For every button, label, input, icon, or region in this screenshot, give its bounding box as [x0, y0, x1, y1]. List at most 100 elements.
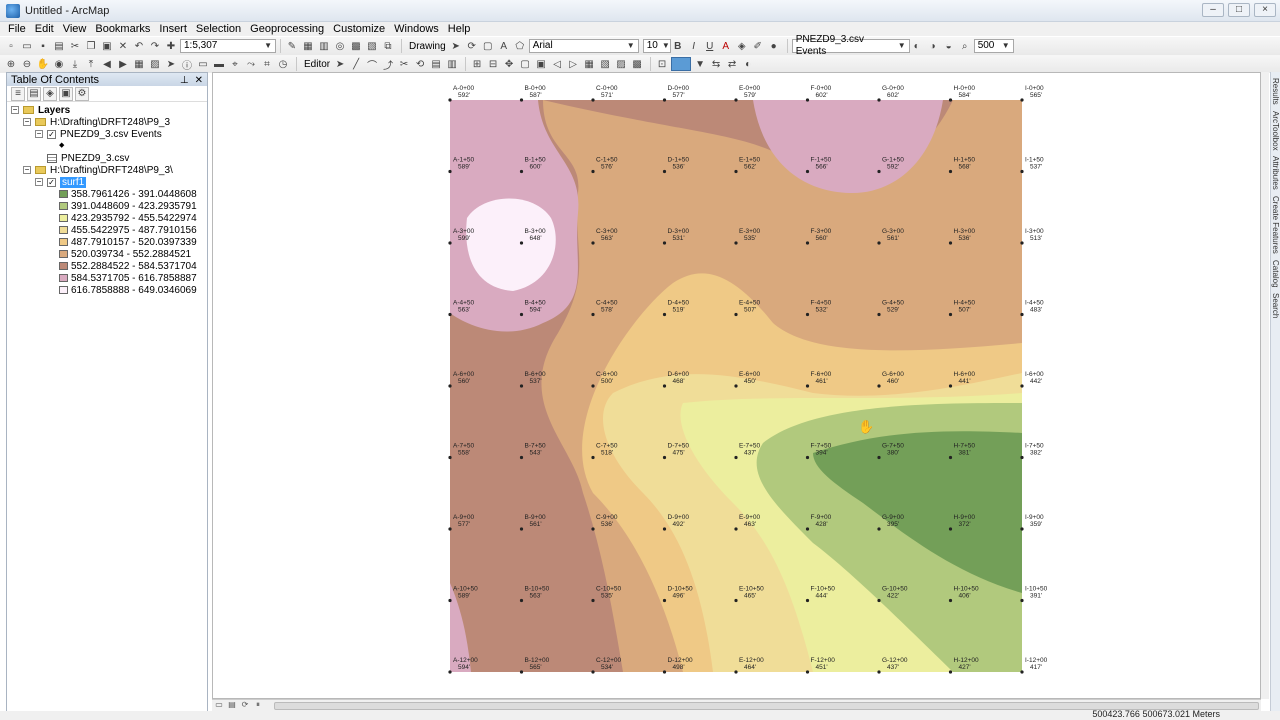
layers-node[interactable]: − Layers [11, 104, 70, 116]
time-slider-icon[interactable]: ◷ [276, 57, 290, 71]
menu-customize[interactable]: Customize [333, 23, 385, 35]
lock-labels-icon[interactable]: ◑ [926, 39, 940, 53]
measure-icon[interactable]: ▬ [212, 57, 226, 71]
fixed-zoom-out-icon[interactable]: ⤒ [84, 57, 98, 71]
add-data-icon[interactable]: ✚ [164, 39, 178, 53]
data-driven-pages-icon[interactable]: ▩ [630, 57, 644, 71]
trace-icon[interactable]: ⤴ [381, 57, 395, 72]
edit-tool-icon[interactable]: ➤ [333, 57, 347, 71]
edit-vertices-icon[interactable]: ⬠ [513, 39, 527, 53]
vertical-scrollbar[interactable] [1261, 72, 1269, 699]
collapse-icon[interactable]: − [35, 130, 43, 138]
arctoolbox-tab[interactable]: ArcToolbox [1271, 111, 1280, 151]
font-size-combo[interactable]: 10 ▼ [642, 39, 671, 53]
data-view-icon[interactable]: ▤ [227, 700, 237, 710]
fixed-zoom-in-icon[interactable]: ⤓ [68, 57, 82, 71]
zoom-out-icon[interactable]: ⊖ [20, 57, 34, 71]
surface-map[interactable]: A-0+00592'B-0+00587'C-0+00571'D-0+00577'… [213, 73, 1262, 700]
label-manager-icon[interactable]: ◐ [910, 39, 924, 53]
full-extent-icon[interactable]: ◉ [52, 57, 66, 71]
folder1-node[interactable]: − H:\Drafting\DRFT248\P9_3 [23, 116, 170, 128]
straight-segment-icon[interactable]: ╱ [349, 57, 363, 71]
attributes-icon[interactable]: ▤ [429, 57, 443, 71]
attributes-tab[interactable]: Attributes [1271, 156, 1280, 190]
fill-color-icon[interactable]: ◈ [735, 39, 749, 53]
results-tab[interactable]: Results [1271, 78, 1280, 105]
csv-table-node[interactable]: PNEZD9_3.csv [47, 152, 129, 164]
clear-selection-icon[interactable]: ▨ [148, 57, 162, 71]
line-color-icon[interactable]: ✐ [751, 39, 765, 53]
folder2-node[interactable]: − H:\Drafting\DRFT248\P9_3\ [23, 164, 173, 176]
swipe-icon[interactable]: ⇆ [709, 57, 723, 71]
zoom-whole-page-icon[interactable]: ▢ [518, 57, 532, 71]
layout-back-icon[interactable]: ◁ [550, 57, 564, 71]
rotate-icon[interactable]: ⟳ [465, 39, 479, 53]
menu-view[interactable]: View [63, 23, 87, 35]
rotate-edit-icon[interactable]: ⟲ [413, 57, 427, 71]
cut-icon[interactable]: ✂ [68, 39, 82, 53]
surface-layer-node[interactable]: − ✓ surf1 [35, 176, 87, 188]
events-layer-node[interactable]: − ✓ PNEZD9_3.csv Events [35, 128, 162, 140]
list-by-source-icon[interactable]: ▤ [27, 86, 41, 101]
bold-button[interactable]: B [671, 39, 685, 53]
forward-extent-icon[interactable]: ▶ [116, 57, 130, 71]
list-by-visibility-icon[interactable]: ◈ [43, 86, 57, 101]
list-by-selection-icon[interactable]: ▣ [59, 86, 73, 101]
split-icon[interactable]: ✂ [397, 57, 411, 71]
catalog-window-icon[interactable]: ▥ [317, 39, 331, 53]
paste-icon[interactable]: ▣ [100, 39, 114, 53]
layout-pan-icon[interactable]: ✥ [502, 57, 516, 71]
collapse-icon[interactable]: − [23, 118, 31, 126]
focus-data-frame-icon[interactable]: ▧ [598, 57, 612, 71]
arctoolbox-icon[interactable]: ▩ [349, 39, 363, 53]
search-tab[interactable]: Search [1271, 293, 1280, 318]
italic-button[interactable]: I [687, 39, 701, 53]
collapse-icon[interactable]: − [11, 106, 19, 114]
menu-windows[interactable]: Windows [394, 23, 439, 35]
toc-window-icon[interactable]: ▦ [301, 39, 315, 53]
menu-edit[interactable]: Edit [35, 23, 54, 35]
map-scale-combo[interactable]: 1:5,307 ▼ [180, 39, 276, 53]
save-icon[interactable]: ▪ [36, 39, 50, 53]
underline-button[interactable]: U [703, 39, 717, 53]
open-icon[interactable]: ▭ [20, 39, 34, 53]
view-unplaced-icon[interactable]: ◒ [942, 39, 956, 53]
color-ramp-icon[interactable] [671, 57, 692, 71]
refresh-icon[interactable]: ⟳ [240, 700, 250, 710]
pan-icon[interactable]: ✋ [36, 57, 50, 71]
zoom-100-icon[interactable]: ▣ [534, 57, 548, 71]
collapse-icon[interactable]: − [35, 178, 43, 186]
model-builder-icon[interactable]: ⧉ [381, 39, 395, 53]
layer-visibility-checkbox[interactable]: ✓ [47, 177, 56, 187]
layer-visibility-checkbox[interactable]: ✓ [47, 129, 56, 139]
minimize-button[interactable]: – [1202, 3, 1224, 17]
zoom-in-icon[interactable]: ⊕ [4, 57, 18, 71]
transparency-icon[interactable]: ◐ [741, 57, 755, 71]
editor-menu[interactable]: Editor [304, 59, 330, 70]
toggle-draft-icon[interactable]: ▦ [582, 57, 596, 71]
new-icon[interactable]: ▫ [4, 39, 18, 53]
font-color-icon[interactable]: A [719, 39, 733, 53]
sketch-properties-icon[interactable]: ▥ [445, 57, 459, 71]
drawing-menu[interactable]: Drawing [409, 41, 446, 52]
close-button[interactable]: × [1254, 3, 1276, 17]
menu-geoprocessing[interactable]: Geoprocessing [250, 23, 324, 35]
layout-view-icon[interactable]: ▭ [214, 700, 224, 710]
menu-bookmarks[interactable]: Bookmarks [95, 23, 150, 35]
select-features-icon[interactable]: ▦ [132, 57, 146, 71]
options-icon[interactable]: ⚙ [75, 86, 89, 101]
redo-icon[interactable]: ↷ [148, 39, 162, 53]
copy-icon[interactable]: ❐ [84, 39, 98, 53]
menu-selection[interactable]: Selection [196, 23, 241, 35]
find-route-icon[interactable]: ⤳ [244, 57, 258, 71]
layout-zoom-out-icon[interactable]: ⊟ [486, 57, 500, 71]
select-elements-icon[interactable]: ➤ [449, 39, 463, 53]
flicker-icon[interactable]: ⇄ [725, 57, 739, 71]
print-icon[interactable]: ▤ [52, 39, 66, 53]
font-combo[interactable]: Arial ▼ [528, 39, 639, 53]
menu-insert[interactable]: Insert [159, 23, 187, 35]
layer-combo[interactable]: PNEZD9_3.csv Events ▼ [791, 34, 910, 57]
identify-icon[interactable]: ⓘ [180, 57, 194, 72]
menu-file[interactable]: File [8, 23, 26, 35]
layout-forward-icon[interactable]: ▷ [566, 57, 580, 71]
